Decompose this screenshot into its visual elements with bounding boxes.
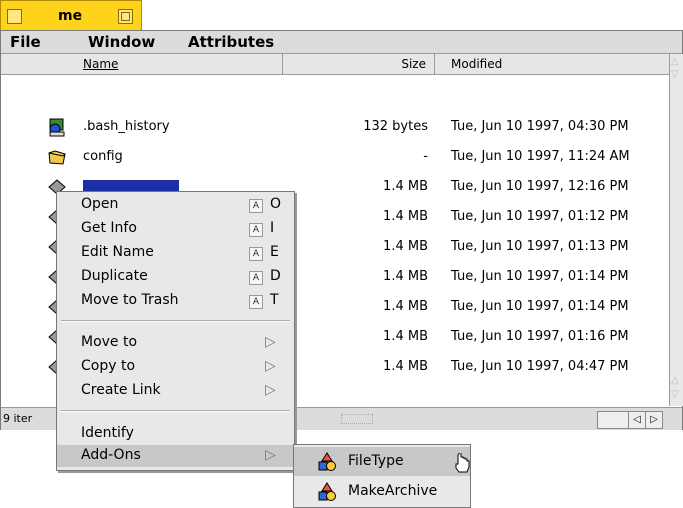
submenu-item-makearchive[interactable]: MakeArchive [294,477,470,506]
file-size: 1.4 MB [383,359,428,374]
file-size: 1.4 MB [383,299,428,314]
shortcut-letter: I [270,220,275,236]
menu-item-identify[interactable]: Identify [57,423,294,445]
shortcut-letter: T [270,292,279,308]
shortcut-letter: D [270,268,281,284]
file-modified: Tue, Jun 10 1997, 12:16 PM [451,179,629,194]
horizontal-scrollbar[interactable] [597,411,629,429]
menu-item-label: Get Info [81,220,137,236]
file-name: .bash_history [83,119,170,134]
scroll-down-icon[interactable]: ▽ [671,70,679,80]
file-size: 1.4 MB [383,269,428,284]
file-modified: Tue, Jun 10 1997, 01:14 PM [451,269,629,284]
file-size: 1.4 MB [383,179,428,194]
file-row[interactable]: .bash_history 132 bytes Tue, Jun 10 1997… [1,115,669,139]
file-modified: Tue, Jun 10 1997, 01:14 PM [451,299,629,314]
submenu-arrow-icon: ▷ [265,382,276,398]
menu-item-label: Copy to [81,358,136,374]
menu-item-duplicate[interactable]: Duplicate A D [57,266,294,288]
terminal-doc-icon [49,118,65,137]
file-modified: Tue, Jun 10 1997, 04:47 PM [451,359,629,374]
menu-item-get-info[interactable]: Get Info A I [57,218,294,240]
menu-file[interactable]: File [10,33,41,51]
submenu-arrow-icon: ▷ [265,447,276,463]
menu-item-label: Edit Name [81,244,154,260]
menu-item-label: Identify [81,425,134,441]
file-modified: Tue, Jun 10 1997, 11:24 AM [451,149,630,164]
menu-separator [61,320,290,322]
alt-key-icon: A [249,247,263,261]
menu-item-edit-name[interactable]: Edit Name A E [57,242,294,264]
column-size[interactable]: Size [283,54,435,74]
shortcut-letter: O [270,196,282,212]
file-size: - [423,149,428,164]
file-row[interactable]: config - Tue, Jun 10 1997, 11:24 AM [1,145,669,169]
submenu-arrow-icon: ▷ [265,358,276,374]
file-modified: Tue, Jun 10 1997, 01:12 PM [451,209,629,224]
folder-icon [48,150,66,165]
zoom-box-icon[interactable] [118,9,133,24]
scroll-right-icon[interactable]: ▷ [645,411,663,429]
menu-item-label: Open [81,196,119,212]
menu-item-move-to-trash[interactable]: Move to Trash A T [57,290,294,312]
menu-item-label: Move to Trash [81,292,179,308]
window-title-tab[interactable]: me [0,0,142,30]
hand-cursor-icon [455,453,470,473]
vertical-scrollbar[interactable]: △ ▽ △ ▽ [669,54,683,406]
scroll-up-icon[interactable]: △ [671,57,679,67]
addon-shapes-icon [318,482,336,501]
context-menu: Open A O Get Info A I Edit Name A E Dupl… [56,191,295,471]
column-modified[interactable]: Modified [435,54,669,74]
file-modified: Tue, Jun 10 1997, 01:13 PM [451,239,629,254]
window-title: me [58,8,83,24]
alt-key-icon: A [249,199,263,213]
file-modified: Tue, Jun 10 1997, 01:16 PM [451,329,629,344]
file-size: 132 bytes [363,119,428,134]
menu-item-label: Create Link [81,382,161,398]
file-size: 1.4 MB [383,329,428,344]
menu-item-label: Add-Ons [81,447,141,463]
menu-attributes[interactable]: Attributes [188,33,274,51]
column-header: Name Size Modified [1,54,669,75]
submenu-item-filetype[interactable]: FileType [294,447,470,476]
menu-item-move-to[interactable]: Move to ▷ [57,332,294,354]
menu-separator [61,410,290,412]
file-size: 1.4 MB [383,239,428,254]
addons-submenu: FileType MakeArchive [293,444,471,508]
menu-window[interactable]: Window [88,33,155,51]
scroll-up-icon[interactable]: △ [671,376,679,386]
horizontal-scroll-thumb[interactable] [341,414,373,424]
scroll-down-icon[interactable]: ▽ [671,390,679,400]
menu-item-add-ons[interactable]: Add-Ons ▷ [57,445,294,467]
menu-item-open[interactable]: Open A O [57,194,294,216]
alt-key-icon: A [249,295,263,309]
file-name: config [83,149,123,164]
close-box-icon[interactable] [7,9,22,24]
menu-item-copy-to[interactable]: Copy to ▷ [57,356,294,378]
file-size: 1.4 MB [383,209,428,224]
menu-item-label: Move to [81,334,138,350]
submenu-item-label: MakeArchive [348,483,438,499]
scroll-left-icon[interactable]: ◁ [628,411,646,429]
menu-item-label: Duplicate [81,268,148,284]
menu-bar: File Window Attributes [1,31,682,54]
column-name[interactable]: Name [1,54,283,74]
menu-item-create-link[interactable]: Create Link ▷ [57,380,294,402]
item-count: 9 iter [3,412,33,425]
alt-key-icon: A [249,223,263,237]
shortcut-letter: E [270,244,279,260]
submenu-arrow-icon: ▷ [265,334,276,350]
addon-shapes-icon [318,452,336,471]
alt-key-icon: A [249,271,263,285]
submenu-item-label: FileType [348,453,404,469]
file-modified: Tue, Jun 10 1997, 04:30 PM [451,119,629,134]
